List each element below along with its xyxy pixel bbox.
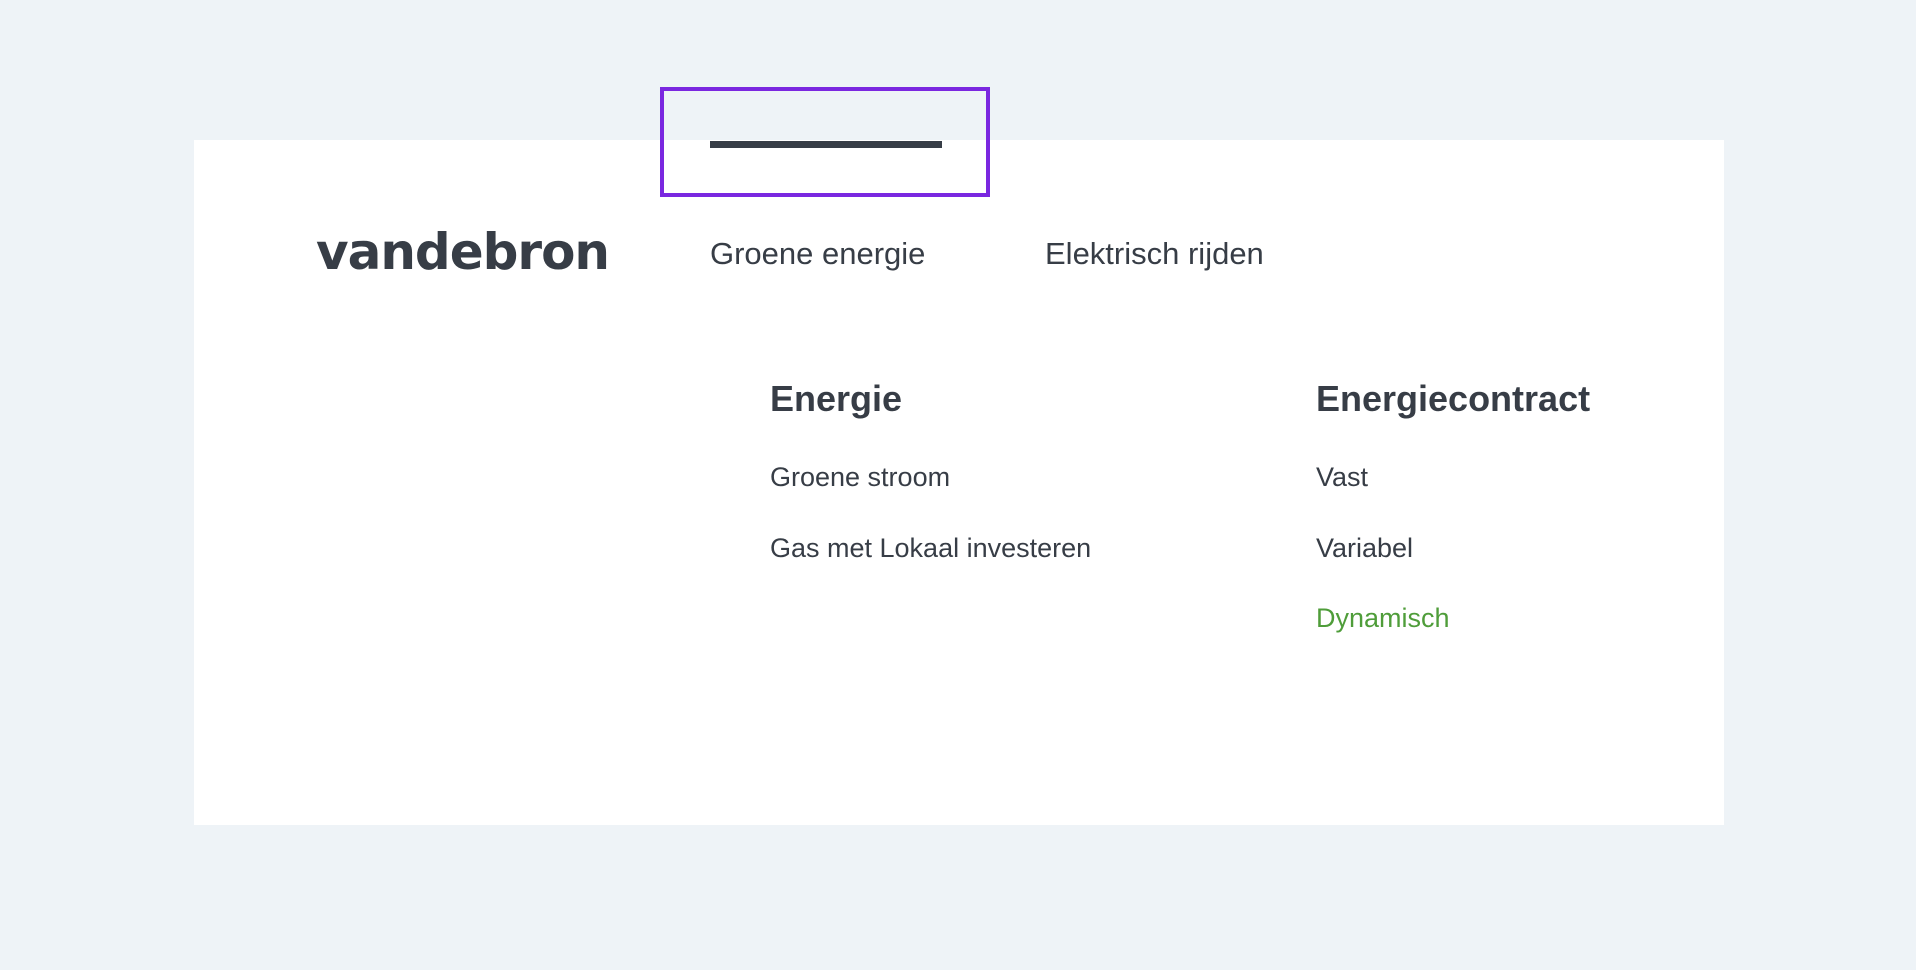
nav-item-elektrisch-rijden[interactable]: Elektrisch rijden (1045, 234, 1264, 274)
menu-link-vast[interactable]: Vast (1316, 459, 1368, 495)
vandebron-logo[interactable]: vandebron (316, 222, 610, 282)
active-nav-indicator (710, 141, 942, 148)
menu-link-gas-lokaal-investeren[interactable]: Gas met Lokaal investeren (770, 530, 1091, 566)
dropdown-heading-energiecontract: Energiecontract (1316, 378, 1591, 419)
menu-link-dynamisch[interactable]: Dynamisch (1316, 600, 1450, 636)
dropdown-heading-energie: Energie (770, 378, 903, 419)
menu-link-groene-stroom[interactable]: Groene stroom (770, 459, 950, 495)
menu-link-variabel[interactable]: Variabel (1316, 530, 1413, 566)
nav-item-groene-energie[interactable]: Groene energie (710, 234, 925, 274)
